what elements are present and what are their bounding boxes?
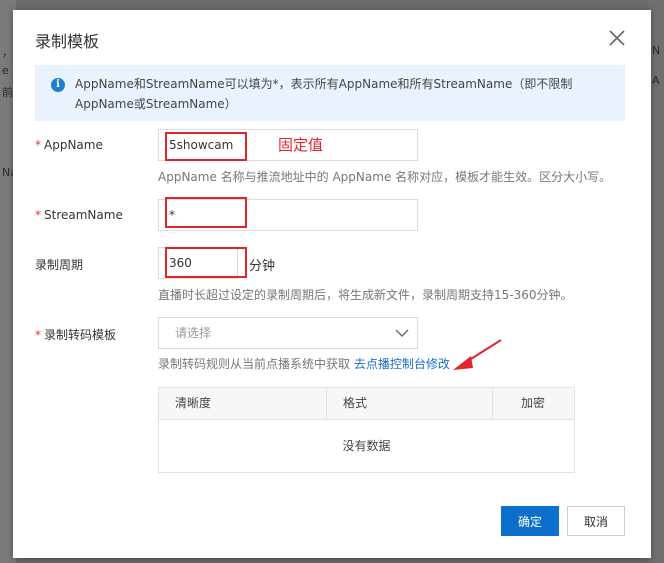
app-name-hint: AppName 名称与推流地址中的 AppName 名称对应，模板才能生效。区分… [158,170,612,184]
info-icon: i [51,78,65,92]
column-header: 清晰度 [175,396,212,410]
close-button[interactable] [605,26,629,50]
table-header: 清晰度 格式 加密 [159,388,574,420]
label-text: 录制转码模板 [44,328,117,342]
fixed-value-annotation: 固定值 [278,136,324,154]
transcode-table: 清晰度 格式 加密 没有数据 [158,387,575,473]
notice-text: AppName和StreamName可以填为*，表示所有AppName和所有St… [75,77,573,111]
stream-name-label: * StreamName [35,208,123,222]
label-text: StreamName [44,208,123,222]
close-icon [609,30,625,46]
dialog-title: 录制模板 [35,32,100,51]
input-value: 5showcam [169,138,234,152]
app-name-label: * AppName [35,138,103,152]
transcode-hint: 录制转码规则从当前点播系统中获取 去点播控制台修改 [158,355,450,372]
empty-state: 没有数据 [342,439,391,453]
required-mark: * [35,138,41,152]
period-label: 录制周期 [35,258,84,272]
cancel-button[interactable]: 取消 [567,506,625,536]
required-mark: * [35,208,41,222]
period-input[interactable]: 360 [158,247,238,279]
record-template-dialog: 录制模板 i AppName和StreamName可以填为*，表示所有AppNa… [13,10,651,558]
stream-name-input[interactable]: * [158,199,418,231]
required-mark: * [35,328,41,342]
transcode-label: * 录制转码模板 [35,326,116,343]
chevron-down-icon [395,329,409,337]
input-value: 360 [169,256,192,270]
backdrop-text: N [652,44,661,57]
backdrop-text: 前 [2,86,13,99]
input-value: * [169,208,175,222]
column-header: 加密 [492,388,574,419]
transcode-select[interactable]: 请选择 [158,317,418,349]
info-notice: i AppName和StreamName可以填为*，表示所有AppName和所有… [35,65,625,121]
backdrop-text: e [2,64,9,77]
period-unit: 分钟 [249,259,276,274]
vod-console-link[interactable]: 去点播控制台修改 [354,357,450,371]
backdrop-text: ， [2,46,13,59]
column-header: 格式 [326,388,492,419]
hint-text: 录制转码规则从当前点播系统中获取 [158,357,351,371]
label-text: AppName [44,138,103,152]
annotation-arrow-icon [453,339,502,370]
period-hint: 直播时长超过设定的录制周期后，将生成新文件，录制周期支持15-360分钟。 [158,288,573,302]
select-placeholder: 请选择 [175,326,212,340]
backdrop-text: A [652,74,660,87]
confirm-button[interactable]: 确定 [501,506,559,536]
